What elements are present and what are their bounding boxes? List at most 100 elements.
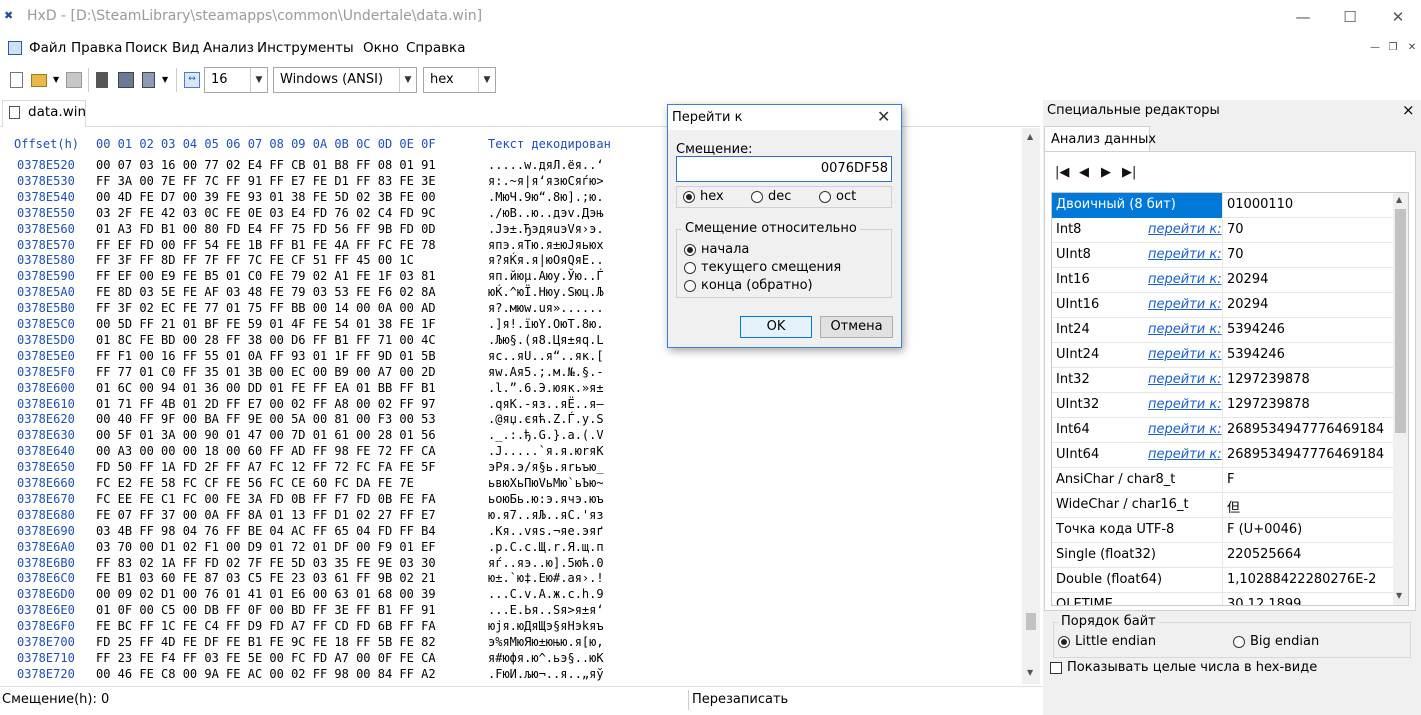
row-text[interactable]: .qяK.-яз..яЁ..я—	[488, 397, 604, 411]
oct-radio[interactable]	[819, 191, 831, 203]
scroll-up-icon[interactable]: ▲	[1027, 132, 1033, 141]
row-text[interactable]: эPя.э/я§ь.яrьъю_	[488, 460, 604, 474]
status-mode[interactable]: Перезаписать	[692, 692, 788, 707]
inspector-value[interactable]: 5394246	[1227, 322, 1285, 337]
row-text[interactable]: .MюЧ.9ю“.8ю].;ю.	[488, 190, 604, 204]
row-text[interactable]: я?.мюw.uя»......	[488, 301, 604, 315]
row-text[interactable]: я#юфя.ю^.ьэ§..юК	[488, 651, 604, 665]
row-text[interactable]: ./юB..ю..дэv.Дэњ	[488, 206, 604, 220]
inspector-row[interactable]: Int16 перейти к: 20294	[1052, 268, 1394, 293]
row-bytes[interactable]: 03 70 00 D1 02 F1 00 D9 01 72 01 DF 00 F…	[96, 540, 436, 554]
hex-ints-label[interactable]: Показывать целые числа в hex-виде	[1067, 660, 1317, 675]
row-bytes[interactable]: 03 2F FE 42 03 0C FE 0E 03 E4 FD 76 02 C…	[96, 206, 436, 220]
row-bytes[interactable]: FC E2 FE 58 FC CF FE 56 FC CE 60 FC DA F…	[96, 476, 414, 490]
dec-radio[interactable]	[751, 191, 763, 203]
row-text[interactable]: .Љю§.(я8.Ця±яq.L	[488, 333, 604, 347]
inspector-row[interactable]: Int64 перейти к: 2689534947776469184	[1052, 418, 1394, 443]
menu-edit[interactable]: Правка	[71, 40, 122, 56]
inspector-value[interactable]: 20294	[1227, 272, 1268, 287]
oct-radio-label[interactable]: oct	[836, 189, 856, 204]
hex-radio-label[interactable]: hex	[700, 189, 724, 204]
goto-link[interactable]: перейти к:	[1148, 372, 1222, 387]
row-bytes[interactable]: 03 4B FF 98 04 76 FF BE 04 AC FF 65 04 F…	[96, 524, 436, 538]
row-bytes[interactable]: FF EF 00 E9 FE B5 01 C0 FE 79 02 A1 FE 1…	[96, 269, 436, 283]
row-bytes[interactable]: FF 23 FE F4 FF 03 FE 5E 00 FC FD A7 00 0…	[96, 651, 436, 665]
inspector-value[interactable]: F (U+0046)	[1227, 522, 1302, 537]
inspector-scrollbar[interactable]: ▲ ▼	[1393, 193, 1408, 605]
process-icon[interactable]	[142, 72, 155, 88]
row-bytes[interactable]: 01 71 FF 4B 01 2D FF E7 00 02 FF A8 00 0…	[96, 397, 436, 411]
row-bytes[interactable]: FF F1 00 16 FF 55 01 0A FF 93 01 1F FF 9…	[96, 349, 436, 363]
row-text[interactable]: юјя.юДяЩэ§яНэkяъ	[488, 619, 604, 633]
close-button[interactable]: ✕	[1375, 0, 1421, 33]
relative-end-label[interactable]: конца (обратно)	[701, 278, 813, 293]
row-text[interactable]: ._.:.ђ.G.}.a.(.V	[488, 428, 604, 442]
inspector-value[interactable]: 01000110	[1227, 197, 1293, 212]
hex-scrollbar[interactable]: ▲ ▼	[1022, 128, 1040, 684]
inspector-row[interactable]: UInt24 перейти к: 5394246	[1052, 343, 1394, 368]
inspector-row[interactable]: Double (float64) 1,10288422280276E-2	[1052, 568, 1394, 593]
inspector-value[interactable]: 20294	[1227, 297, 1268, 312]
menu-analysis[interactable]: Анализ	[203, 40, 254, 56]
relative-start-radio[interactable]	[684, 244, 696, 256]
offset-base-select[interactable]: hex ▼	[423, 67, 496, 93]
row-text[interactable]: ...С.v.A.ж.c.h.9	[488, 587, 604, 601]
inspector-value[interactable]: 但	[1227, 497, 1240, 516]
inspector-value[interactable]: 1297239878	[1227, 372, 1310, 387]
row-bytes[interactable]: 00 5F 01 3A 00 90 01 47 00 7D 01 61 00 2…	[96, 428, 436, 442]
first-icon[interactable]: |◀	[1055, 165, 1069, 180]
row-text[interactable]: юЌ.^юЇ.Hюy.Sюц.Љ	[488, 285, 604, 299]
row-bytes[interactable]: 00 5D FF 21 01 BF FE 59 01 4F FE 54 01 3…	[96, 317, 436, 331]
goto-link[interactable]: перейти к:	[1148, 347, 1222, 362]
menu-window[interactable]: Окно	[363, 40, 399, 56]
ok-button[interactable]: OK	[740, 316, 812, 338]
row-text[interactable]: ьвюXьПюVьМю`ьЪю~	[488, 476, 604, 490]
next-icon[interactable]: ▶	[1101, 165, 1111, 180]
menu-search[interactable]: Поиск	[125, 40, 168, 56]
mdi-restore-icon[interactable]: ❐	[1386, 42, 1400, 54]
chevron-down-icon[interactable]: ▼	[399, 68, 416, 92]
goto-link[interactable]: перейти к:	[1148, 447, 1222, 462]
inspector-row[interactable]: Int8 перейти к: 70	[1052, 218, 1394, 243]
inspector-value[interactable]: 30.12.1899	[1227, 597, 1301, 605]
row-text[interactable]: яс..яU..я“..як.[	[488, 349, 604, 363]
chevron-down-icon[interactable]: ▼	[250, 68, 267, 92]
row-bytes[interactable]: 01 6C 00 94 01 36 00 DD 01 FE FF EA 01 B…	[96, 381, 436, 395]
row-text[interactable]: .Ј.....`я.я.юrяК	[488, 444, 604, 458]
goto-link[interactable]: перейти к:	[1148, 297, 1222, 312]
row-bytes[interactable]: 00 07 03 16 00 77 02 E4 FF CB 01 B8 FF 0…	[96, 158, 436, 172]
inspector-row[interactable]: Single (float32) 220525664	[1052, 543, 1394, 568]
row-text[interactable]: я?яЌя.я|юОяQяE..	[488, 253, 604, 267]
row-bytes[interactable]: FC EE FE C1 FC 00 FE 3A FD 0B FF F7 FD 0…	[96, 492, 436, 506]
row-text[interactable]: ...Е.Ья..Ѕя>я±я‘	[488, 603, 604, 617]
inspector-row[interactable]: AnsiChar / char8_t F	[1052, 468, 1394, 493]
mdi-close-icon[interactable]: ✕	[1405, 42, 1419, 54]
row-bytes[interactable]: 00 40 FF 9F 00 BA FF 9E 00 5A 00 81 00 F…	[96, 412, 436, 426]
row-text[interactable]: э%яMюЯю±юњю.я[ю‚	[488, 635, 604, 649]
goto-link[interactable]: перейти к:	[1148, 247, 1222, 262]
inspector-row[interactable]: UInt64 перейти к: 2689534947776469184	[1052, 443, 1394, 468]
row-bytes[interactable]: FF EF FD 00 FF 54 FE 1B FF B1 FE 4A FF F…	[96, 238, 436, 252]
inspector-value[interactable]: 1297239878	[1227, 397, 1310, 412]
row-bytes[interactable]: FE 8D 03 5E FE AF 03 48 FE 79 03 53 FE F…	[96, 285, 436, 299]
hex-radio[interactable]	[683, 191, 695, 203]
relative-current-radio[interactable]	[684, 262, 696, 274]
inspector-value[interactable]: 70	[1227, 222, 1244, 237]
row-text[interactable]: .l.”.6.Э.юяк.»я±	[488, 381, 604, 395]
inspector-row[interactable]: UInt8 перейти к: 70	[1052, 243, 1394, 268]
goto-link[interactable]: перейти к:	[1148, 322, 1222, 337]
row-text[interactable]: яw.Ая5.;.м.№.§.-	[488, 365, 604, 379]
row-text[interactable]: .Kя..vяѕ.¬яe.эяґ	[488, 524, 604, 538]
inspector-value[interactable]: 220525664	[1227, 547, 1301, 562]
charset-select[interactable]: Windows (ANSI) ▼	[273, 67, 417, 93]
scroll-down-icon[interactable]: ▼	[1027, 668, 1033, 677]
menu-tools[interactable]: Инструменты	[257, 40, 354, 56]
open-file-icon[interactable]	[31, 74, 47, 87]
inspector-row[interactable]: UInt32 перейти к: 1297239878	[1052, 393, 1394, 418]
scroll-thumb[interactable]	[1026, 613, 1036, 630]
dialog-close-icon[interactable]: ✕	[877, 107, 890, 126]
row-text[interactable]: .Јэ±.ЂэдяuэVя›э.	[488, 222, 604, 236]
inspector-row[interactable]: Двоичный (8 бит) 01000110	[1052, 193, 1394, 218]
last-icon[interactable]: ▶|	[1122, 165, 1136, 180]
cancel-button[interactable]: Отмена	[820, 316, 893, 338]
